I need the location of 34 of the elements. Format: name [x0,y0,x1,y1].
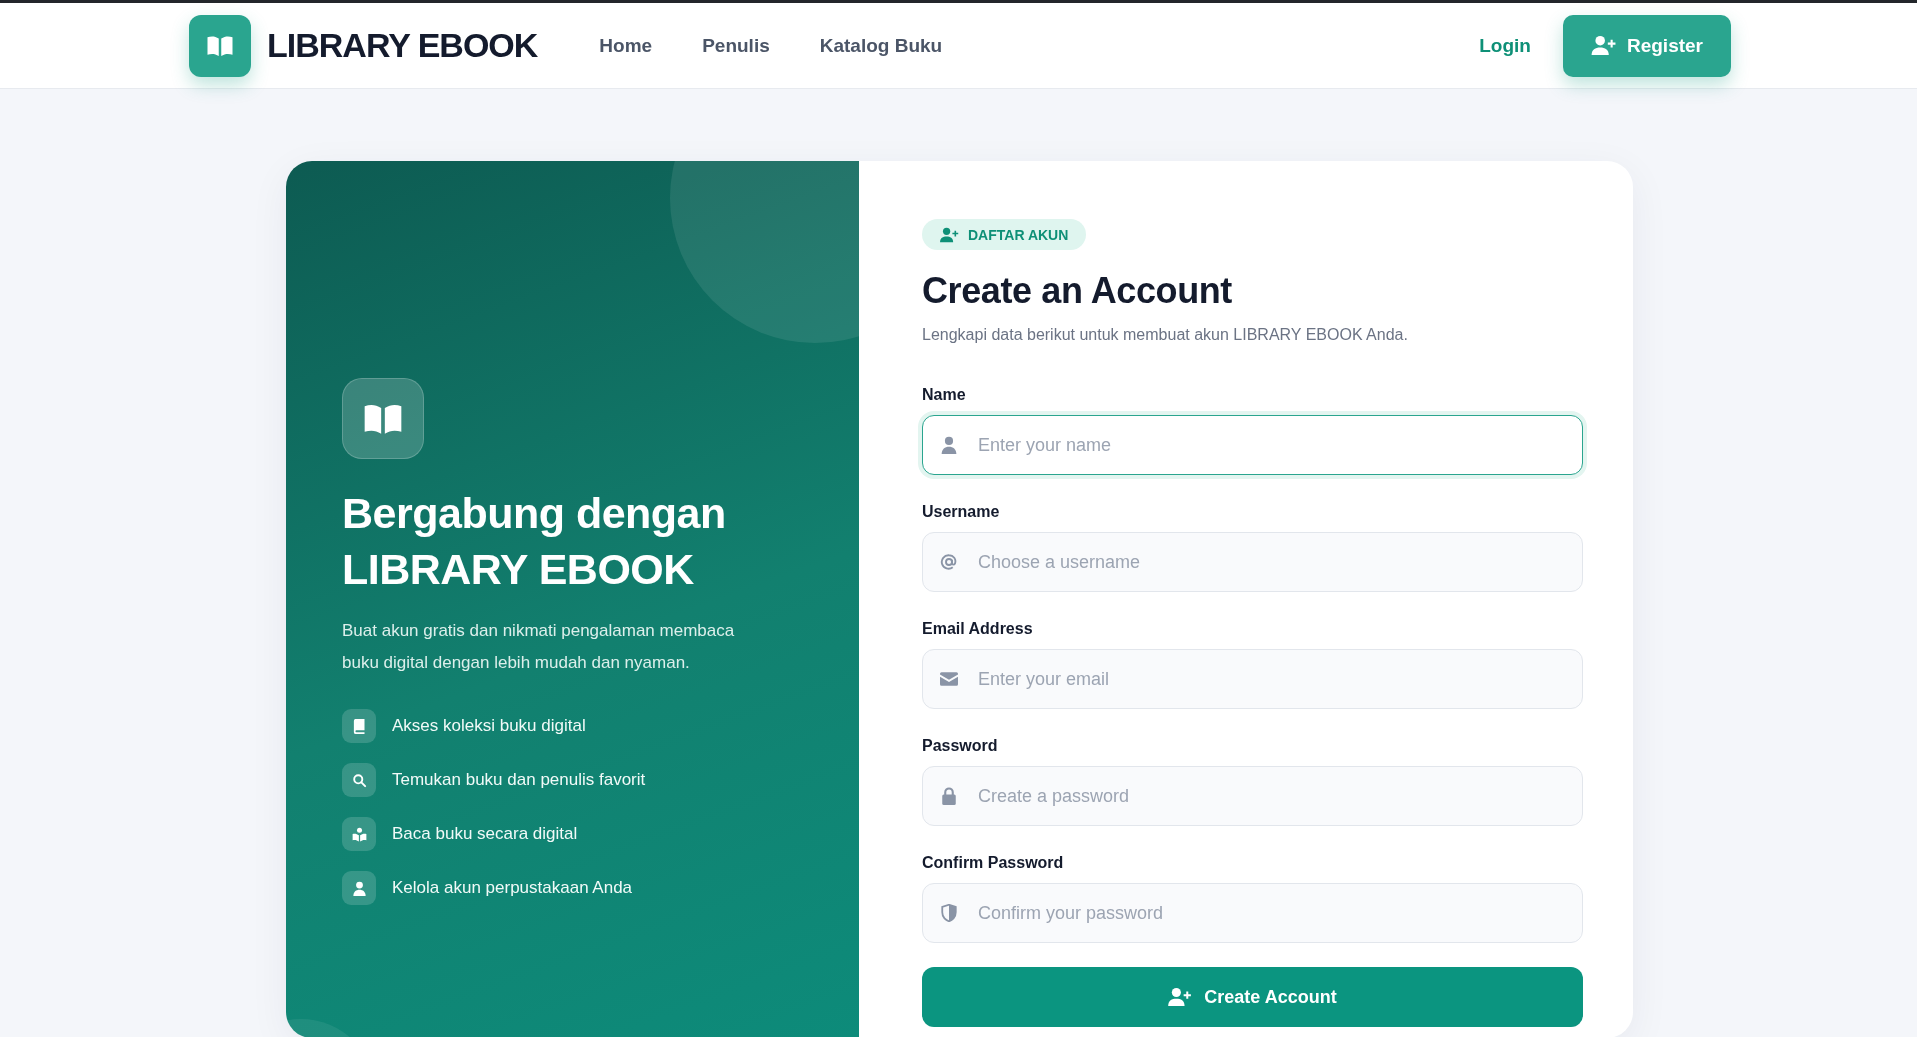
input-field[interactable]: Enter your name [922,415,1583,475]
nav-link[interactable]: Penulis [702,34,770,57]
logo-icon[interactable] [189,14,251,77]
nav-link[interactable]: Home [599,34,653,57]
field-label: Name [922,386,967,404]
brand-name[interactable]: LIBRARY EBOOK [267,26,538,65]
book-icon [342,378,424,459]
user-plus-icon [1168,987,1193,1007]
feature-text: Akses koleksi buku digital [392,716,586,736]
lock-icon [940,787,958,805]
field-label: Confirm Password [922,854,1065,872]
section-badge: DAFTAR AKUN [922,219,1087,250]
feature-text: Temukan buku dan penulis favorit [392,770,646,790]
field-label: Password [922,737,999,755]
user-plus-icon [1590,35,1617,56]
book-icon [342,709,376,743]
login-link[interactable]: Login [1479,34,1531,57]
field-label: Username [922,503,1001,521]
shield-icon [940,904,958,922]
field-label: Email Address [922,620,1034,638]
promo-heading: Bergabung dengan LIBRARY EBOOK [342,488,727,595]
at-icon [940,553,958,571]
search-icon [342,763,376,797]
feature-text: Baca buku secara digital [392,824,578,844]
feature-text: Kelola akun perpustakaan Anda [392,878,633,898]
form-title: Create an Account [922,270,1233,312]
create-account-button[interactable]: Create Account [922,967,1583,1027]
promo-text: Buat akun gratis dan nikmati pengalaman membaca buku digital dengan lebih mudah dan nyaman. [342,620,736,674]
user-icon [342,871,376,905]
mail-icon [940,670,958,688]
user-icon [940,436,958,454]
nav-link[interactable]: Katalog Buku [819,34,943,57]
reader-icon [342,817,376,851]
form-subtitle: Lengkapi data berikut untuk membuat akun LIBRARY EBOOK Anda. [922,326,1409,344]
